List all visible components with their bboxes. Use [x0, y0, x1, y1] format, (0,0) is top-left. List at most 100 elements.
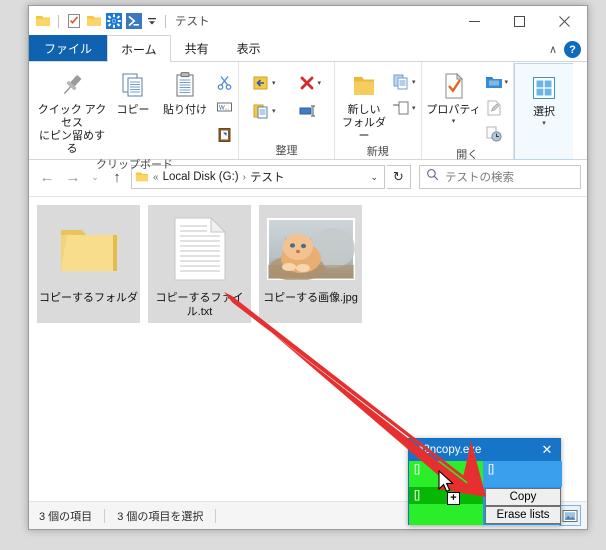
ribbon-group-select: 選択 ▾ — [514, 63, 574, 160]
ribbon: クイック アクセス にピン留めする コピー 貼り付け W... クリップボード … — [29, 62, 587, 171]
pin-label-line2: にピン留めする — [39, 130, 105, 155]
quick-access-toolbar — [35, 13, 169, 29]
paste-label: 貼り付け — [163, 104, 207, 116]
ribbon-group-open: プロパティ ▾ ▾ 開く — [422, 62, 515, 161]
n2ncopy-erase-lists-button[interactable]: Erase lists — [485, 506, 561, 524]
paste-icon — [171, 70, 199, 102]
window-title: テスト — [175, 16, 210, 28]
n2ncopy-body: [] [] [] Copy Erase lists — [409, 461, 562, 525]
customize-caret-icon[interactable] — [146, 13, 158, 29]
tab-file[interactable]: ファイル — [29, 35, 108, 61]
n2ncopy-copy-button[interactable]: Copy — [485, 488, 561, 506]
ribbon-group-label-organize: 整理 — [275, 145, 298, 157]
delete-caret-icon[interactable]: ▾ — [318, 79, 322, 87]
status-divider — [104, 508, 106, 523]
search-placeholder: テストの検索 — [445, 172, 514, 184]
tab-view[interactable]: 表示 — [223, 35, 275, 61]
ribbon-group-new: 新しい フォルダー ▾ ▾ 新規 — [335, 62, 422, 159]
clipboard-small-buttons: W... — [214, 67, 235, 146]
n2ncopy-list-panel[interactable]: [] — [483, 461, 562, 487]
address-dropdown-icon[interactable]: ⌄ — [370, 172, 381, 183]
minimize-button[interactable] — [452, 6, 497, 36]
maximize-button[interactable] — [497, 6, 542, 36]
status-item-count: 3 個の項目 — [39, 510, 93, 523]
item-label: コピーする画像.jpg — [263, 292, 358, 304]
select-button[interactable]: 選択 ▾ — [518, 69, 570, 127]
n2ncopy-list-text: [] — [488, 463, 495, 475]
easy-access-button[interactable]: ▾ — [390, 96, 418, 120]
select-caret-icon[interactable]: ▾ — [542, 119, 546, 127]
properties-caret-icon[interactable]: ▾ — [452, 117, 456, 125]
n2ncopy-title-bar: n2ncopy.exe ✕ — [409, 439, 560, 461]
text-file-icon — [173, 213, 227, 285]
edit-button[interactable] — [483, 96, 511, 120]
rename-button[interactable] — [296, 99, 324, 123]
easy-access-caret-icon[interactable]: ▾ — [412, 104, 416, 112]
collapse-ribbon-icon[interactable]: ∧ — [549, 43, 557, 56]
delete-button[interactable]: ▾ — [296, 71, 324, 95]
folder-icon[interactable] — [35, 13, 51, 29]
copy-to-caret-icon[interactable]: ▾ — [272, 107, 276, 115]
ribbon-group-clipboard: クイック アクセス にピン留めする コピー 貼り付け W... クリップボード — [31, 62, 239, 171]
breadcrumb-separator-icon[interactable]: › — [243, 172, 246, 183]
cut-button[interactable] — [214, 70, 235, 94]
ribbon-tabs: ファイル ホーム 共有 表示 ∧ ? — [29, 35, 587, 62]
list-item[interactable]: コピーする画像.jpg — [259, 205, 362, 323]
open-button[interactable]: ▾ — [483, 70, 511, 94]
copy-to-button[interactable]: ▾ — [250, 99, 278, 123]
copy-path-button[interactable]: W... — [214, 96, 235, 120]
title-bar: テスト — [29, 6, 587, 36]
open-caret-icon[interactable]: ▾ — [505, 78, 509, 86]
paste-shortcut-button[interactable] — [214, 122, 235, 146]
search-icon — [426, 168, 439, 186]
item-label: コピーするフォルダ — [39, 292, 138, 304]
tab-home[interactable]: ホーム — [107, 35, 171, 62]
n2ncopy-close-button[interactable]: ✕ — [534, 439, 560, 461]
settings-gear-icon[interactable] — [106, 13, 122, 29]
properties-label: プロパティ — [426, 104, 481, 116]
breadcrumb-overflow-icon[interactable]: « — [153, 172, 159, 183]
list-item[interactable]: コピーするファイル.txt — [148, 205, 251, 323]
refresh-button[interactable]: ↻ — [387, 165, 411, 189]
tab-share[interactable]: 共有 — [171, 35, 223, 61]
new-folder-button[interactable]: 新しい フォルダー — [338, 67, 390, 143]
new-folder-icon — [349, 70, 379, 102]
status-divider-2 — [215, 508, 217, 523]
copy-icon — [118, 70, 148, 102]
svg-text:W...: W... — [219, 106, 230, 112]
drag-copy-badge: + — [447, 492, 460, 505]
pin-label-line1: クイック アクセス — [37, 104, 107, 129]
item-grid: コピーするフォルダ コピーするファイル.txt コピーする画像.jpg — [33, 205, 583, 323]
select-label: 選択 — [533, 106, 556, 118]
n2ncopy-source-text: [] — [414, 463, 421, 475]
new-item-caret-icon[interactable]: ▾ — [412, 78, 416, 86]
new-item-button[interactable]: ▾ — [390, 70, 418, 94]
history-button[interactable] — [483, 122, 511, 146]
pin-to-quick-access-button[interactable]: クイック アクセス にピン留めする — [34, 67, 110, 156]
ribbon-group-organize: ▾ ▾ ▾ 整理 — [239, 62, 336, 159]
help-icon[interactable]: ? — [564, 41, 581, 58]
pin-icon — [58, 70, 86, 102]
ribbon-group-label-select — [518, 142, 570, 159]
properties-button[interactable]: プロパティ ▾ — [425, 67, 483, 125]
paste-button[interactable]: 貼り付け — [156, 67, 214, 117]
item-label: コピーするファイル.txt — [155, 292, 244, 318]
copy-button[interactable]: コピー — [110, 67, 156, 117]
powershell-icon[interactable] — [126, 13, 142, 29]
toolbar-divider — [58, 14, 59, 28]
move-to-caret-icon[interactable]: ▾ — [272, 79, 276, 87]
ribbon-group-label-new: 新規 — [366, 146, 389, 158]
copy-label: コピー — [116, 104, 150, 116]
list-item[interactable]: コピーするフォルダ — [37, 205, 140, 323]
search-box[interactable]: テストの検索 — [419, 165, 581, 189]
new-folder-icon[interactable] — [86, 13, 102, 29]
ribbon-tab-actions: ∧ ? — [549, 41, 581, 58]
new-small-buttons: ▾ ▾ — [390, 67, 418, 120]
properties-icon — [440, 70, 468, 102]
move-to-button[interactable]: ▾ — [250, 71, 278, 95]
properties-icon[interactable] — [66, 13, 82, 29]
close-button[interactable] — [542, 6, 587, 36]
breadcrumb-item-folder[interactable]: テスト — [250, 169, 285, 185]
n2ncopy-status-zone[interactable] — [409, 504, 483, 525]
large-icons-view-button[interactable] — [559, 505, 581, 526]
